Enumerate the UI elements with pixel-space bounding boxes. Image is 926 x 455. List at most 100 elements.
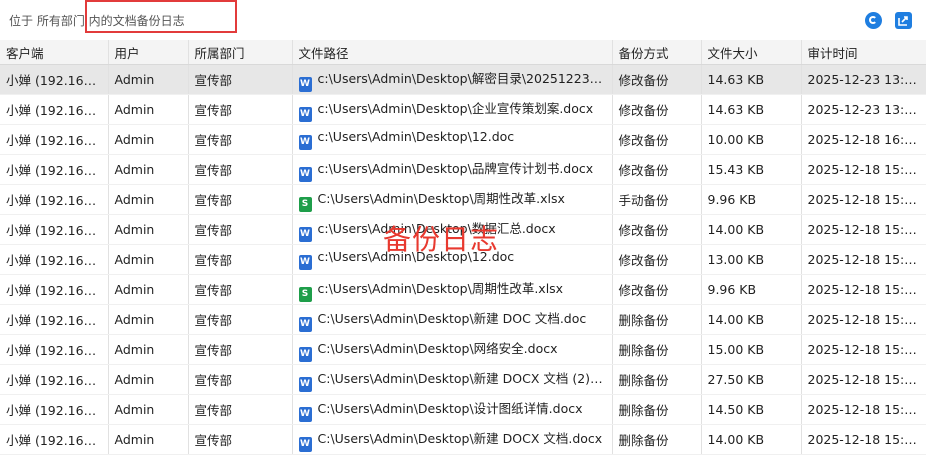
user-cell: Admin: [108, 95, 188, 125]
department-cell: 宣传部: [188, 245, 292, 275]
backup-method-cell: 修改备份: [612, 65, 701, 95]
table-row[interactable]: 小婵 (192.168.6...Admin宣传部Wc:\Users\Admin\…: [0, 155, 926, 185]
file-size-cell-text: 27.50 KB: [708, 372, 765, 387]
file-path-cell-text: C:\Users\Admin\Desktop\新建 DOCX 文档.docx: [318, 431, 603, 446]
backup-method-cell-text: 修改备份: [619, 283, 669, 298]
backup-method-cell-text: 修改备份: [619, 223, 669, 238]
file-size-cell-text: 14.00 KB: [708, 312, 765, 327]
file-path-cell: WC:\Users\Admin\Desktop\新建 DOCX 文档 (2).d…: [292, 365, 612, 395]
file-path-cell: Wc:\Users\Admin\Desktop\12.doc: [292, 125, 612, 155]
audit-time-cell: 2025-12-18 15:23:58: [801, 185, 926, 215]
toolbar: 位于 所有部门 内的文档备份日志: [0, 0, 926, 40]
user-cell: Admin: [108, 365, 188, 395]
file-path-cell: SC:\Users\Admin\Desktop\周期性改革.xlsx: [292, 185, 612, 215]
client-cell: 小婵 (192.168.6...: [0, 65, 108, 95]
backup-method-cell: 修改备份: [612, 215, 701, 245]
table-row[interactable]: 小婵 (192.168.6...Admin宣传部Wc:\Users\Admin\…: [0, 95, 926, 125]
file-path-cell-text: C:\Users\Admin\Desktop\周期性改革.xlsx: [318, 191, 565, 206]
user-cell: Admin: [108, 395, 188, 425]
backup-method-cell-text: 删除备份: [619, 373, 669, 388]
client-cell: 小婵 (192.168.6...: [0, 215, 108, 245]
audit-time-cell-text: 2025-12-18 15:24:18: [808, 162, 926, 177]
file-size-cell-text: 15.43 KB: [708, 162, 765, 177]
client-cell: 小婵 (192.168.6...: [0, 245, 108, 275]
audit-time-cell: 2025-12-18 15:15:02: [801, 215, 926, 245]
department-cell-text: 宣传部: [195, 133, 233, 148]
file-path-cell-text: c:\Users\Admin\Desktop\12.doc: [318, 129, 515, 144]
table-row[interactable]: 小婵 (192.168.6...Admin宣传部Wc:\Users\Admin\…: [0, 125, 926, 155]
backup-method-cell-text: 修改备份: [619, 253, 669, 268]
column-header-department[interactable]: 所属部门: [188, 40, 292, 65]
user-cell: Admin: [108, 335, 188, 365]
audit-time-cell-text: 2025-12-18 15:07:14: [808, 312, 926, 327]
department-cell: 宣传部: [188, 215, 292, 245]
column-header-file-path[interactable]: 文件路径: [292, 40, 612, 65]
department-cell: 宣传部: [188, 65, 292, 95]
file-size-cell: 14.63 KB: [701, 95, 801, 125]
client-cell: 小婵 (192.168.6...: [0, 305, 108, 335]
user-cell: Admin: [108, 155, 188, 185]
file-path-cell: WC:\Users\Admin\Desktop\网络安全.docx: [292, 335, 612, 365]
audit-time-cell-text: 2025-12-23 13:53:12: [808, 72, 926, 87]
column-header-backup-method[interactable]: 备份方式: [612, 40, 701, 65]
table-row[interactable]: 小婵 (192.168.6...Admin 宣传部 Sc:\Users\Admin\…: [0, 275, 926, 305]
department-cell: 宣传部: [188, 185, 292, 215]
file-size-cell: 27.50 KB: [701, 365, 801, 395]
department-cell: 宣传部: [188, 125, 292, 155]
audit-time-cell-text: 2025-12-18 15:15:02: [808, 222, 926, 237]
client-cell: 小婵 (192.168.6...: [0, 395, 108, 425]
file-path-cell: Sc:\Users\Admin\Desktop\周期性改革.xlsx: [292, 275, 612, 305]
column-header-user[interactable]: 用户: [108, 40, 188, 65]
audit-time-cell: 2025-12-18 15:07:14: [801, 335, 926, 365]
audit-time-cell-text: 2025-12-18 15:07:31: [808, 282, 926, 297]
file-size-cell: 14.00 KB: [701, 305, 801, 335]
client-cell: 小婵 (192.168.6...: [0, 275, 108, 305]
file-size-cell: 10.00 KB: [701, 125, 801, 155]
audit-time-cell: 2025-12-18 15:14:18: [801, 245, 926, 275]
file-size-cell: 14.00 KB: [701, 215, 801, 245]
word-file-icon: W: [299, 107, 312, 122]
client-cell-text: 小婵 (192.168.6...: [6, 373, 108, 388]
table-row[interactable]: 小婵 (192.168.6...Admin宣传部WC:\Users\Admin\…: [0, 335, 926, 365]
backup-method-cell-text: 修改备份: [619, 133, 669, 148]
client-cell-text: 小婵 (192.168.6...: [6, 73, 108, 88]
backup-method-cell-text: 删除备份: [619, 403, 669, 418]
user-cell-text: Admin: [115, 162, 155, 177]
client-cell: 小婵 (192.168.6...: [0, 125, 108, 155]
audit-time-cell: 2025-12-23 13:53:12: [801, 65, 926, 95]
backup-method-cell-text: 修改备份: [619, 163, 669, 178]
client-cell: 小婵 (192.168.6...: [0, 335, 108, 365]
column-header-client[interactable]: 客户端: [0, 40, 108, 65]
file-path-cell: Wc:\Users\Admin\Desktop\品牌宣传计划书.docx: [292, 155, 612, 185]
file-path-cell-text: C:\Users\Admin\Desktop\设计图纸详情.docx: [318, 401, 583, 416]
table-row[interactable]: 小婵 (192.168.6...Admin宣传部WC:\Users\Admin\…: [0, 365, 926, 395]
user-cell: Admin: [108, 275, 188, 305]
table-row[interactable]: 小婵 (192.168.6...Admin宣传部Wc:\Users\Admin\…: [0, 65, 926, 95]
user-cell-text: Admin: [115, 252, 155, 267]
user-cell-text: Admin: [115, 192, 155, 207]
word-file-icon: W: [299, 255, 312, 270]
word-file-icon: W: [299, 167, 312, 182]
backup-method-cell-text: 删除备份: [619, 343, 669, 358]
excel-file-icon: S: [299, 287, 312, 302]
file-path-cell-text: C:\Users\Admin\Desktop\网络安全.docx: [318, 341, 558, 356]
department-cell-text: 宣传部: [195, 283, 233, 298]
table-row[interactable]: 小婵 (192.168.6...Admin宣传部WC:\Users\Admin\…: [0, 395, 926, 425]
file-size-cell: 14.50 KB: [701, 395, 801, 425]
file-size-cell-text: 14.00 KB: [708, 222, 765, 237]
client-cell: 小婵 (192.168.6...: [0, 185, 108, 215]
file-path-cell-text: C:\Users\Admin\Desktop\新建 DOCX 文档 (2).do…: [318, 371, 613, 386]
export-icon[interactable]: [895, 12, 912, 29]
client-cell-text: 小婵 (192.168.6...: [6, 193, 108, 208]
audit-time-cell-text: 2025-12-18 15:07:14: [808, 342, 926, 357]
file-size-cell: 13.00 KB: [701, 245, 801, 275]
column-header-file-size[interactable]: 文件大小: [701, 40, 801, 65]
backup-method-cell-text: 删除备份: [619, 313, 669, 328]
refresh-icon[interactable]: [865, 12, 882, 29]
column-header-audit-time[interactable]: 审计时间: [801, 40, 926, 65]
backup-method-cell: 删除备份: [612, 305, 701, 335]
user-cell: Admin: [108, 305, 188, 335]
department-cell: 宣传部: [188, 395, 292, 425]
table-row[interactable]: 小婵 (192.168.6...Admin宣传部WC:\Users\Admin\…: [0, 305, 926, 335]
table-row[interactable]: 小婵 (192.168.6... Admin 宣传部SC:\Users\Admin\…: [0, 185, 926, 215]
